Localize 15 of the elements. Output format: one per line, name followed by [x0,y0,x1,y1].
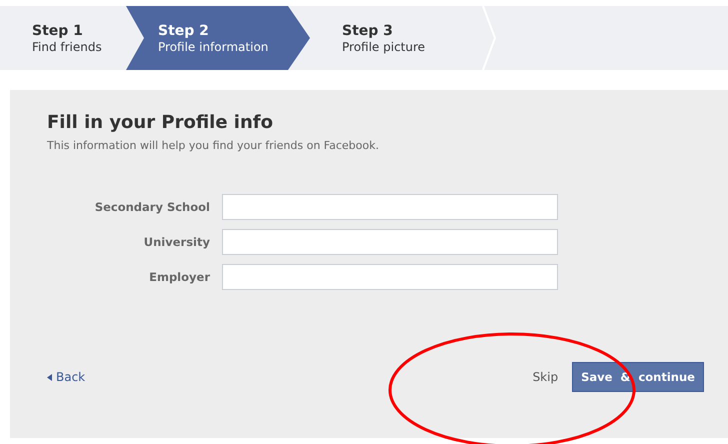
field-label: Secondary School [94,200,211,214]
form-subtitle: This information will help you find your friends on Facebook. [47,139,380,152]
form-title: Fill in your Profile info [47,112,274,133]
input-field[interactable] [222,264,558,290]
field-label: Employer [148,270,211,284]
step-tab[interactable]: Step 3 Profile picture [310,6,478,70]
step-tab[interactable]: Step 1 Find friends [0,6,126,70]
skip-link[interactable]: Skip [532,370,558,384]
field-label: University [142,235,211,249]
save-continue-button[interactable]: Save & continue [572,362,704,392]
input-field[interactable] [222,194,558,220]
back-link[interactable]: Back [47,370,86,384]
step-tab[interactable]: Step 2 Profile information [126,6,310,70]
left-triangle-icon [47,374,52,380]
input-field[interactable] [222,229,558,255]
